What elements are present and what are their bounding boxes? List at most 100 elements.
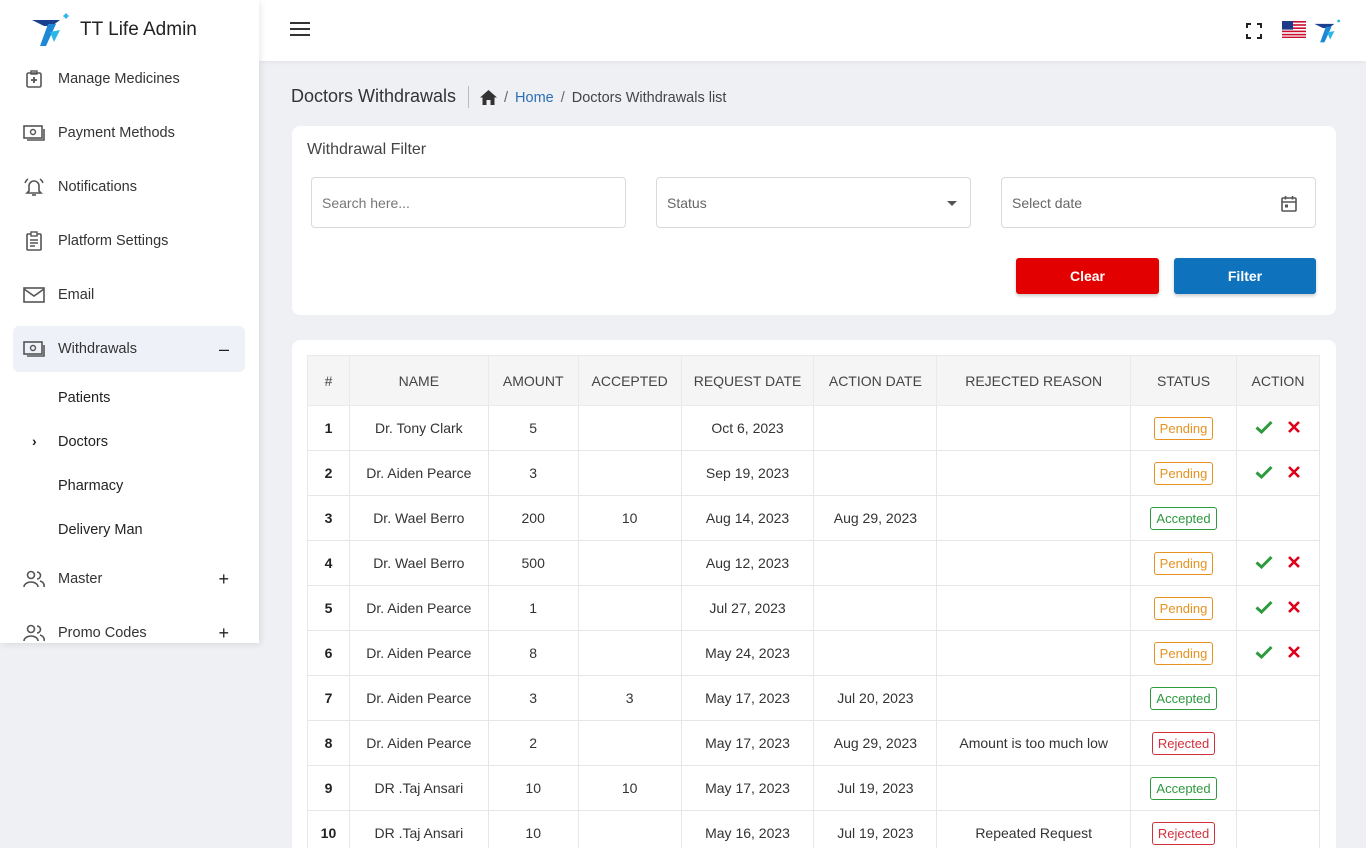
sidebar-item-promo-codes[interactable]: Promo Codes +: [13, 610, 245, 643]
breadcrumb-divider: [468, 86, 469, 108]
sidebar-item-master[interactable]: Master +: [13, 556, 245, 602]
us-flag-icon[interactable]: [1282, 21, 1306, 38]
column-header: AMOUNT: [487, 355, 579, 406]
breadcrumb-home-link[interactable]: Home: [515, 90, 554, 106]
search-field: [311, 177, 626, 228]
cell-amount: 10: [487, 810, 579, 848]
reject-x-icon[interactable]: [1287, 645, 1301, 659]
filter-button[interactable]: Filter: [1174, 258, 1316, 294]
cell-accepted: [577, 450, 682, 496]
cell-action-date: Jul 20, 2023: [813, 675, 938, 721]
status-select[interactable]: Status: [656, 177, 971, 228]
cell-action: [1235, 810, 1321, 848]
cell-reason: Amount is too much low: [936, 720, 1132, 766]
cell-request-date: Oct 6, 2023: [680, 405, 815, 451]
cell-num: 5: [307, 585, 350, 631]
cell-action: [1235, 630, 1321, 676]
cell-accepted: 10: [577, 495, 682, 541]
dropdown-caret-icon: [947, 201, 957, 206]
reject-x-icon[interactable]: [1287, 600, 1301, 614]
cell-status: Pending: [1130, 630, 1237, 676]
approve-check-icon[interactable]: [1255, 420, 1273, 434]
table-row: 10 DR .Taj Ansari 10 May 16, 2023 Jul 19, 20…: [307, 810, 1321, 848]
column-header: STATUS: [1130, 355, 1237, 406]
cell-num: 7: [307, 675, 350, 721]
cell-action-date: [813, 585, 938, 631]
sidebar-item-label: Email: [58, 287, 95, 303]
cell-amount: 500: [487, 540, 579, 586]
sidebar-item-platform-settings[interactable]: Platform Settings: [13, 218, 245, 264]
app-title: TT Life Admin: [80, 19, 197, 40]
sidebar-subitem-patients[interactable]: Patients: [58, 390, 110, 406]
breadcrumb-separator: /: [560, 89, 565, 106]
cell-action-date: Jul 19, 2023: [813, 810, 938, 848]
fullscreen-icon[interactable]: [1246, 23, 1262, 39]
cell-reason: [936, 540, 1132, 586]
status-badge: Accepted: [1150, 506, 1217, 530]
sidebar-item-payment-methods[interactable]: Payment Methods: [13, 110, 245, 156]
column-header: REJECTED REASON: [936, 355, 1132, 406]
status-badge: Accepted: [1150, 686, 1217, 710]
cell-num: 8: [307, 720, 350, 766]
column-header: #: [307, 355, 350, 406]
sidebar-item-label: Withdrawals: [58, 341, 137, 357]
expand-toggle[interactable]: +: [218, 569, 229, 590]
cell-status: Accepted: [1130, 675, 1237, 721]
sidebar-subitem-doctors[interactable]: Doctors: [58, 434, 108, 450]
row-actions: [1255, 555, 1301, 569]
expand-toggle[interactable]: +: [218, 623, 229, 644]
status-badge: Pending: [1153, 641, 1214, 665]
cell-name: Dr. Tony Clark: [348, 405, 489, 451]
calendar-icon[interactable]: [1281, 195, 1297, 212]
table-row: 2 Dr. Aiden Pearce 3 Sep 19, 2023 Pending: [307, 450, 1321, 496]
cell-name: Dr. Aiden Pearce: [348, 675, 489, 721]
row-actions: [1255, 465, 1301, 479]
cell-num: 4: [307, 540, 350, 586]
menu-icon[interactable]: [290, 22, 310, 38]
sidebar-item-notifications[interactable]: Notifications: [13, 164, 245, 210]
date-picker[interactable]: Select date: [1001, 177, 1316, 228]
sidebar-item-label: Payment Methods: [58, 125, 175, 141]
reject-x-icon[interactable]: [1287, 465, 1301, 479]
cell-action: [1235, 405, 1321, 451]
sidebar-item-email[interactable]: Email: [13, 272, 245, 318]
cell-action: [1235, 540, 1321, 586]
reject-x-icon[interactable]: [1287, 420, 1301, 434]
cell-num: 1: [307, 405, 350, 451]
collapse-toggle[interactable]: –: [219, 339, 229, 360]
cell-status: Rejected: [1130, 810, 1237, 848]
withdrawals-table-card: # NAME AMOUNT ACCEPTED REQUEST DATE ACTI…: [292, 340, 1336, 848]
sidebar-item-manage-medicines[interactable]: Manage Medicines: [13, 56, 245, 102]
topbar: [259, 0, 1366, 61]
cell-action-date: Jul 19, 2023: [813, 765, 938, 811]
cell-amount: 2: [487, 720, 579, 766]
sidebar-subitem-delivery-man[interactable]: Delivery Man: [58, 522, 143, 538]
search-input[interactable]: [312, 178, 625, 227]
cell-action-date: [813, 405, 938, 451]
withdrawals-table: # NAME AMOUNT ACCEPTED REQUEST DATE ACTI…: [307, 355, 1321, 848]
brand[interactable]: TT Life Admin: [0, 0, 259, 60]
status-badge: Pending: [1153, 596, 1214, 620]
approve-check-icon[interactable]: [1255, 465, 1273, 479]
approve-check-icon[interactable]: [1255, 555, 1273, 569]
cell-action-date: Aug 29, 2023: [813, 720, 938, 766]
cell-reason: [936, 630, 1132, 676]
column-header: REQUEST DATE: [680, 355, 815, 406]
medical-kit-icon: [22, 67, 46, 91]
sidebar-item-withdrawals[interactable]: Withdrawals –: [13, 326, 245, 372]
reject-x-icon[interactable]: [1287, 555, 1301, 569]
cell-action: [1235, 585, 1321, 631]
sidebar-subitem-pharmacy[interactable]: Pharmacy: [58, 478, 123, 494]
clear-button[interactable]: Clear: [1016, 258, 1159, 294]
table-row: 4 Dr. Wael Berro 500 Aug 12, 2023 Pending: [307, 540, 1321, 586]
cell-amount: 5: [487, 405, 579, 451]
cell-reason: [936, 675, 1132, 721]
cell-amount: 8: [487, 630, 579, 676]
money-icon: [22, 337, 46, 361]
approve-check-icon[interactable]: [1255, 645, 1273, 659]
cell-accepted: [577, 540, 682, 586]
status-badge: Pending: [1153, 416, 1214, 440]
approve-check-icon[interactable]: [1255, 600, 1273, 614]
home-icon[interactable]: [479, 89, 498, 106]
user-avatar-logo-icon[interactable]: [1313, 17, 1343, 45]
